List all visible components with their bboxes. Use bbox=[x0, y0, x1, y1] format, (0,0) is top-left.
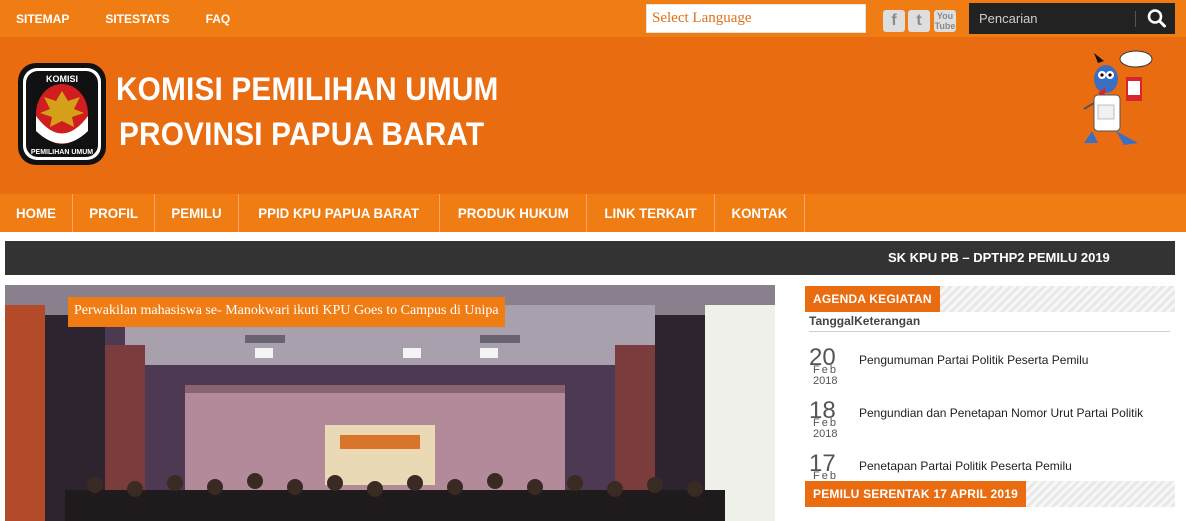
agenda-month: Feb bbox=[813, 470, 838, 480]
agenda-item[interactable]: 20 Feb 2018 Pengumuman Partai Politik Pe… bbox=[805, 344, 1175, 394]
sitemap-link[interactable]: SITEMAP bbox=[16, 12, 69, 26]
site-header: KOMISI PEMILIHAN UMUM KOMISI PEMILIHAN U… bbox=[0, 37, 1186, 194]
kpu-logo[interactable]: KOMISI PEMILIHAN UMUM bbox=[16, 61, 108, 167]
agenda-columns: TanggalKeterangan bbox=[809, 314, 1170, 332]
search-box bbox=[969, 3, 1175, 34]
agenda-year: 2018 bbox=[813, 375, 838, 387]
nav-link-terkait[interactable]: LINK TERKAIT bbox=[587, 194, 716, 232]
agenda-item[interactable]: 17 Feb 2018 Penetapan Partai Politik Pes… bbox=[805, 450, 1175, 480]
youtube-icon[interactable]: You Tube bbox=[934, 10, 956, 32]
agenda-text[interactable]: Penetapan Partai Politik Peserta Pemilu bbox=[859, 459, 1072, 473]
site-title-line1: KOMISI PEMILIHAN UMUM bbox=[116, 71, 499, 107]
agenda-year: 2018 bbox=[813, 428, 838, 440]
search-icon bbox=[1147, 9, 1166, 28]
logo-text-bottom: PEMILIHAN UMUM bbox=[31, 149, 93, 156]
slider-caption[interactable]: Perwakilan mahasiswa se- Manokwari ikuti… bbox=[68, 297, 505, 327]
top-bar: SITEMAP SITESTATS FAQ Select Language f … bbox=[0, 0, 1186, 37]
nav-ppid[interactable]: PPID KPU PAPUA BARAT bbox=[239, 194, 440, 232]
site-title-line2: PROVINSI PAPUA BARAT bbox=[119, 116, 485, 152]
pemilu-title: PEMILU SERENTAK 17 APRIL 2019 bbox=[805, 481, 1026, 507]
search-button[interactable] bbox=[1139, 3, 1175, 34]
agenda-text[interactable]: Pengumuman Partai Politik Peserta Pemilu bbox=[859, 353, 1088, 367]
news-ticker: SK KPU PB – DPTHP2 PEMILU 2019 bbox=[5, 241, 1175, 275]
nav-pemilu[interactable]: PEMILU bbox=[155, 194, 240, 232]
logo-text-top: KOMISI bbox=[46, 74, 78, 84]
agenda-header: AGENDA KEGIATAN bbox=[805, 286, 1175, 312]
sitestats-link[interactable]: SITESTATS bbox=[105, 12, 169, 26]
pemilu-header: PEMILU SERENTAK 17 APRIL 2019 bbox=[805, 481, 1175, 507]
facebook-icon[interactable]: f bbox=[883, 10, 905, 32]
ticker-text[interactable]: SK KPU PB – DPTHP2 PEMILU 2019 bbox=[888, 241, 1110, 275]
nav-home[interactable]: HOME bbox=[0, 194, 73, 232]
agenda-title: AGENDA KEGIATAN bbox=[805, 286, 940, 312]
search-separator bbox=[1135, 11, 1136, 27]
language-select[interactable]: Select Language bbox=[646, 4, 866, 33]
faq-link[interactable]: FAQ bbox=[206, 12, 231, 26]
col-keterangan: Keterangan bbox=[854, 314, 921, 328]
agenda-text[interactable]: Pengundian dan Penetapan Nomor Urut Part… bbox=[859, 406, 1143, 420]
nav-kontak[interactable]: KONTAK bbox=[715, 194, 806, 232]
col-tanggal: Tanggal bbox=[809, 314, 855, 328]
search-input[interactable] bbox=[969, 3, 1135, 34]
twitter-icon[interactable]: t bbox=[908, 10, 930, 32]
nav-profil[interactable]: PROFIL bbox=[73, 194, 156, 232]
main-nav: HOME PROFIL PEMILU PPID KPU PAPUA BARAT … bbox=[0, 194, 1186, 232]
nav-produk-hukum[interactable]: PRODUK HUKUM bbox=[440, 194, 588, 232]
mascot-icon bbox=[1083, 50, 1153, 145]
agenda-divider bbox=[809, 331, 1170, 332]
top-links: SITEMAP SITESTATS FAQ bbox=[0, 0, 250, 37]
agenda-item[interactable]: 18 Feb 2018 Pengundian dan Penetapan Nom… bbox=[805, 397, 1175, 447]
